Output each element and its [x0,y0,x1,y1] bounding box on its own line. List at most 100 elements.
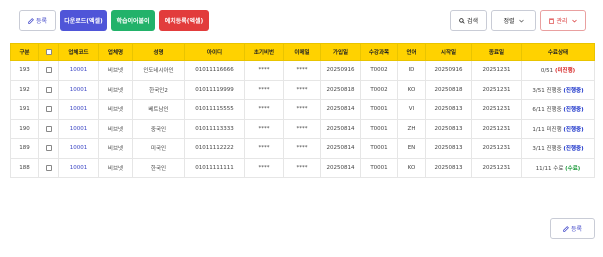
cell-join-date: 20250814 [320,99,361,120]
register-label: 등록 [35,18,48,25]
status-badge: (진행중) [563,107,584,114]
progress-text: 3/51 진행중 [532,87,562,94]
manage-dropdown[interactable]: 관리 [540,10,586,31]
col-header-language: 언어 [397,43,426,61]
col-header-join-date: 가입일 [320,43,361,61]
cell-no: 189 [10,138,39,159]
cell-completion-status: 3/11 진행중 (진행중) [521,138,595,159]
row-checkbox[interactable] [45,145,52,151]
cell-start-date: 20250813 [425,99,472,120]
cell-language: KO [397,79,426,100]
col-header-end-date: 종료일 [471,43,522,61]
cell-select[interactable] [38,60,59,81]
study-attach-button[interactable]: 학습이어붙이 [111,10,155,31]
select-all-checkbox[interactable] [45,48,52,55]
table-row[interactable]: 190 10001 비브넷 중국인 01011113333 **** **** 2025081… [10,118,595,139]
col-header-select[interactable] [38,43,59,61]
cell-join-date: 20250814 [320,138,361,159]
table-row[interactable]: 193 10001 비브넷 인도네시아인 01011116666 **** **** 2025… [10,60,595,81]
cell-email: **** [283,79,321,100]
download-excel-button[interactable]: 다운로드(엑셀) [60,10,107,31]
edit-icon [28,17,34,24]
progress-text: 3/11 진행중 [532,146,562,153]
cell-no: 190 [10,118,39,139]
cell-name: 한국인2 [132,79,185,100]
cell-select[interactable] [38,118,59,139]
status-badge: (진행중) [563,126,584,133]
status-text: 진행중 [565,107,582,114]
cell-company-name: 비브넷 [98,138,133,159]
cell-company-name: 비브넷 [98,157,133,178]
cell-end-date: 20251231 [471,99,522,120]
cell-course: T0002 [360,79,398,100]
cell-no: 193 [10,60,39,81]
cell-company-code[interactable]: 10001 [58,60,99,81]
cell-course: T0001 [360,138,398,159]
table-row[interactable]: 191 10001 비브넷 베트남인 01011115555 **** **** 202508… [10,99,595,120]
cell-company-name: 비브넷 [98,99,133,120]
row-checkbox[interactable] [45,125,52,132]
status-text: 수료 [567,165,578,172]
row-checkbox[interactable] [45,86,52,93]
bulk-register-button[interactable]: 예치등록(엑셀) [159,10,209,31]
edit-icon [563,225,569,232]
cell-company-code[interactable]: 10001 [58,138,99,159]
cell-language: VI [397,99,426,120]
cell-course: T0002 [360,60,398,81]
sort-label: 정렬 [503,18,515,25]
cell-no: 191 [10,99,39,120]
status-text: 미진행 [557,68,573,75]
col-header-company-code: 업체코드 [58,43,99,61]
cell-user-id: 01011113333 [184,118,245,139]
row-checkbox[interactable] [45,164,52,171]
cell-language: ID [397,60,426,81]
cell-company-code[interactable]: 10001 [58,118,99,139]
cell-email: **** [283,99,321,120]
cell-company-code[interactable]: 10001 [58,79,99,100]
toolbar: 등록 다운로드(엑셀) 학습이어붙이 예치등록(엑셀) 검색 정렬 관리 [0,0,603,42]
search-button[interactable]: 검색 [450,10,487,31]
cell-end-date: 20251231 [471,60,522,81]
col-header-name: 성명 [132,43,185,61]
col-header-course: 수강과목 [360,43,398,61]
cell-select[interactable] [38,99,59,120]
row-checkbox[interactable] [45,67,52,73]
col-header-user-id: 아이디 [184,43,245,61]
cell-no: 188 [10,157,39,178]
table-row[interactable]: 192 10001 비브넷 한국인2 01011119999 **** **** 202508… [10,79,595,100]
cell-initial-password: **** [244,99,284,120]
cell-select[interactable] [38,79,59,100]
cell-initial-password: **** [244,157,284,178]
status-badge: (수료) [565,165,581,172]
cell-join-date: 20250818 [320,79,361,100]
row-checkbox[interactable] [45,106,52,112]
sort-dropdown[interactable]: 정렬 [491,10,536,31]
cell-company-code[interactable]: 10001 [58,99,99,120]
cell-join-date: 20250814 [320,157,361,178]
cell-completion-status: 1/11 미진행 (진행중) [521,118,595,139]
cell-course: T0001 [360,99,398,120]
trash-icon [549,18,555,24]
member-table: 구분 업체코드 업체명 성명 아이디 초기비번 이메일 가입일 수강과목 언어 … [10,43,595,178]
cell-select[interactable] [38,138,59,159]
footer-register-button[interactable]: 등록 [550,218,595,239]
cell-user-id: 01011111111 [184,157,245,178]
cell-name: 한국인 [132,157,185,178]
cell-email: **** [283,60,321,81]
cell-initial-password: **** [244,60,284,81]
register-button[interactable]: 등록 [19,10,56,31]
cell-select[interactable] [38,157,59,178]
table-row[interactable]: 189 10001 비브넷 미국인 01011112222 **** **** 2025081… [10,138,595,159]
cell-name: 인도네시아인 [132,60,185,81]
cell-start-date: 20250916 [425,60,472,81]
table-row[interactable]: 188 10001 비브넷 한국인 01011111111 **** **** 2025081… [10,157,595,178]
cell-start-date: 20250813 [425,138,472,159]
col-header-start-date: 시작일 [425,43,472,61]
cell-company-code[interactable]: 10001 [58,157,99,178]
cell-completion-status: 0/51 (미진행) [521,60,595,81]
cell-start-date: 20250818 [425,79,472,100]
cell-email: **** [283,138,321,159]
cell-language: KO [397,157,426,178]
cell-end-date: 20251231 [471,138,522,159]
cell-start-date: 20250813 [425,118,472,139]
